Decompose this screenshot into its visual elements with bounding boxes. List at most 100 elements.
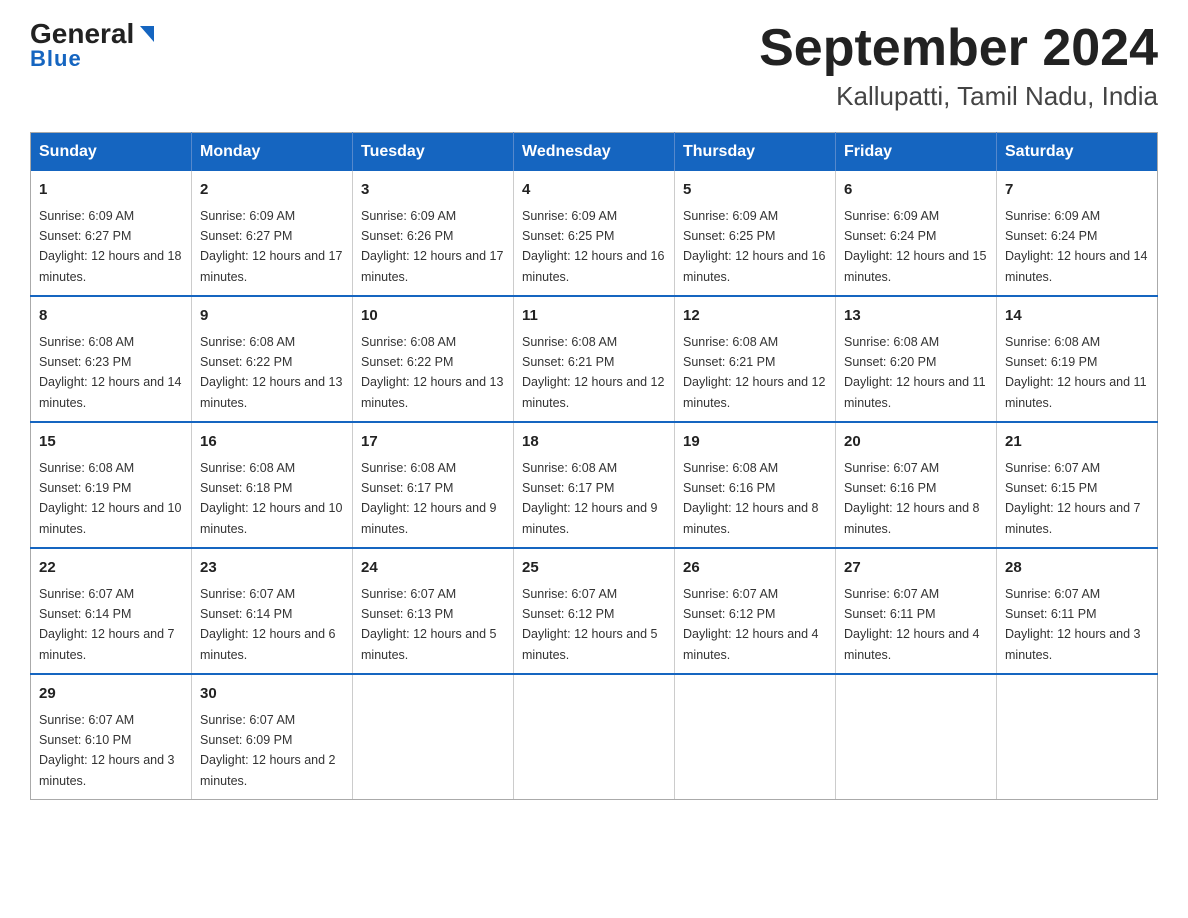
day-info: Sunrise: 6:07 AMSunset: 6:16 PMDaylight:… — [844, 461, 980, 536]
calendar-cell: 3 Sunrise: 6:09 AMSunset: 6:26 PMDaylight… — [353, 171, 514, 296]
calendar-week-row: 22Sunrise: 6:07 AMSunset: 6:14 PMDayligh… — [31, 548, 1158, 674]
calendar-week-row: 1 Sunrise: 6:09 AMSunset: 6:27 PMDaylight… — [31, 171, 1158, 296]
calendar-cell — [353, 674, 514, 800]
page-header: General Blue September 2024 Kallupatti, … — [30, 20, 1158, 112]
logo-triangle-icon — [136, 24, 158, 46]
calendar-cell: 30 Sunrise: 6:07 AMSunset: 6:09 PMDayligh… — [192, 674, 353, 800]
day-info: Sunrise: 6:09 AMSunset: 6:27 PMDaylight:… — [39, 209, 181, 284]
calendar-cell: 19 Sunrise: 6:08 AMSunset: 6:16 PMDayligh… — [675, 422, 836, 548]
day-number: 15 — [39, 431, 183, 454]
day-number: 5 — [683, 179, 827, 202]
calendar-cell: 29 Sunrise: 6:07 AMSunset: 6:10 PMDayligh… — [31, 674, 192, 800]
day-info: Sunrise: 6:08 AMSunset: 6:22 PMDaylight:… — [200, 335, 342, 410]
day-info: Sunrise: 6:07 AMSunset: 6:13 PMDaylight:… — [361, 587, 497, 662]
day-number: 21 — [1005, 431, 1149, 454]
calendar-week-row: 8 Sunrise: 6:08 AMSunset: 6:23 PMDaylight… — [31, 296, 1158, 422]
day-number: 6 — [844, 179, 988, 202]
day-info: Sunrise: 6:07 AMSunset: 6:11 PMDaylight:… — [1005, 587, 1141, 662]
logo: General Blue — [30, 20, 158, 72]
calendar-cell: 27 Sunrise: 6:07 AMSunset: 6:11 PMDayligh… — [836, 548, 997, 674]
day-header-saturday: Saturday — [997, 133, 1158, 172]
day-info: Sunrise: 6:09 AMSunset: 6:26 PMDaylight:… — [361, 209, 503, 284]
calendar-cell — [514, 674, 675, 800]
calendar-cell — [836, 674, 997, 800]
day-header-friday: Friday — [836, 133, 997, 172]
calendar-cell: 12Sunrise: 6:08 AMSunset: 6:21 PMDayligh… — [675, 296, 836, 422]
calendar-cell: 6Sunrise: 6:09 AMSunset: 6:24 PMDaylight… — [836, 171, 997, 296]
day-info: Sunrise: 6:07 AMSunset: 6:11 PMDaylight:… — [844, 587, 980, 662]
day-info: Sunrise: 6:08 AMSunset: 6:17 PMDaylight:… — [522, 461, 658, 536]
day-info: Sunrise: 6:07 AMSunset: 6:12 PMDaylight:… — [683, 587, 819, 662]
day-number: 23 — [200, 557, 344, 580]
day-info: Sunrise: 6:09 AMSunset: 6:27 PMDaylight:… — [200, 209, 342, 284]
day-info: Sunrise: 6:08 AMSunset: 6:22 PMDaylight:… — [361, 335, 503, 410]
day-number: 26 — [683, 557, 827, 580]
day-header-monday: Monday — [192, 133, 353, 172]
calendar-title-block: September 2024 Kallupatti, Tamil Nadu, I… — [759, 20, 1158, 112]
day-number: 10 — [361, 305, 505, 328]
day-number: 1 — [39, 179, 183, 202]
calendar-cell — [675, 674, 836, 800]
day-info: Sunrise: 6:08 AMSunset: 6:18 PMDaylight:… — [200, 461, 342, 536]
calendar-cell: 14Sunrise: 6:08 AMSunset: 6:19 PMDayligh… — [997, 296, 1158, 422]
calendar-month-year: September 2024 — [759, 20, 1158, 77]
calendar-cell: 20 Sunrise: 6:07 AMSunset: 6:16 PMDayligh… — [836, 422, 997, 548]
day-number: 4 — [522, 179, 666, 202]
day-header-sunday: Sunday — [31, 133, 192, 172]
day-header-thursday: Thursday — [675, 133, 836, 172]
calendar-header: SundayMondayTuesdayWednesdayThursdayFrid… — [31, 133, 1158, 172]
day-number: 27 — [844, 557, 988, 580]
day-info: Sunrise: 6:07 AMSunset: 6:12 PMDaylight:… — [522, 587, 658, 662]
day-info: Sunrise: 6:08 AMSunset: 6:19 PMDaylight:… — [1005, 335, 1147, 410]
day-info: Sunrise: 6:09 AMSunset: 6:25 PMDaylight:… — [522, 209, 664, 284]
calendar-cell: 18 Sunrise: 6:08 AMSunset: 6:17 PMDayligh… — [514, 422, 675, 548]
calendar-cell: 7Sunrise: 6:09 AMSunset: 6:24 PMDaylight… — [997, 171, 1158, 296]
calendar-cell — [997, 674, 1158, 800]
day-header-wednesday: Wednesday — [514, 133, 675, 172]
day-headers-row: SundayMondayTuesdayWednesdayThursdayFrid… — [31, 133, 1158, 172]
day-number: 13 — [844, 305, 988, 328]
day-number: 29 — [39, 683, 183, 706]
calendar-cell: 24 Sunrise: 6:07 AMSunset: 6:13 PMDayligh… — [353, 548, 514, 674]
calendar-cell: 23Sunrise: 6:07 AMSunset: 6:14 PMDayligh… — [192, 548, 353, 674]
day-number: 3 — [361, 179, 505, 202]
calendar-cell: 11 Sunrise: 6:08 AMSunset: 6:21 PMDayligh… — [514, 296, 675, 422]
calendar-body: 1 Sunrise: 6:09 AMSunset: 6:27 PMDaylight… — [31, 171, 1158, 800]
day-info: Sunrise: 6:08 AMSunset: 6:21 PMDaylight:… — [683, 335, 825, 410]
day-number: 28 — [1005, 557, 1149, 580]
day-info: Sunrise: 6:08 AMSunset: 6:16 PMDaylight:… — [683, 461, 819, 536]
day-number: 18 — [522, 431, 666, 454]
calendar-week-row: 29 Sunrise: 6:07 AMSunset: 6:10 PMDayligh… — [31, 674, 1158, 800]
day-info: Sunrise: 6:07 AMSunset: 6:10 PMDaylight:… — [39, 713, 175, 788]
day-info: Sunrise: 6:08 AMSunset: 6:19 PMDaylight:… — [39, 461, 181, 536]
calendar-cell: 9Sunrise: 6:08 AMSunset: 6:22 PMDaylight… — [192, 296, 353, 422]
calendar-cell: 25 Sunrise: 6:07 AMSunset: 6:12 PMDayligh… — [514, 548, 675, 674]
day-number: 30 — [200, 683, 344, 706]
day-info: Sunrise: 6:08 AMSunset: 6:23 PMDaylight:… — [39, 335, 181, 410]
day-info: Sunrise: 6:08 AMSunset: 6:21 PMDaylight:… — [522, 335, 664, 410]
logo-blue: Blue — [30, 46, 82, 72]
day-number: 25 — [522, 557, 666, 580]
day-number: 8 — [39, 305, 183, 328]
day-number: 11 — [522, 305, 666, 328]
calendar-week-row: 15 Sunrise: 6:08 AMSunset: 6:19 PMDayligh… — [31, 422, 1158, 548]
calendar-cell: 8 Sunrise: 6:08 AMSunset: 6:23 PMDaylight… — [31, 296, 192, 422]
day-number: 17 — [361, 431, 505, 454]
calendar-cell: 1 Sunrise: 6:09 AMSunset: 6:27 PMDaylight… — [31, 171, 192, 296]
day-info: Sunrise: 6:07 AMSunset: 6:09 PMDaylight:… — [200, 713, 336, 788]
calendar-cell: 28 Sunrise: 6:07 AMSunset: 6:11 PMDayligh… — [997, 548, 1158, 674]
calendar-table: SundayMondayTuesdayWednesdayThursdayFrid… — [30, 132, 1158, 800]
day-info: Sunrise: 6:07 AMSunset: 6:15 PMDaylight:… — [1005, 461, 1141, 536]
day-number: 2 — [200, 179, 344, 202]
day-number: 20 — [844, 431, 988, 454]
day-number: 19 — [683, 431, 827, 454]
calendar-cell: 22Sunrise: 6:07 AMSunset: 6:14 PMDayligh… — [31, 548, 192, 674]
day-number: 24 — [361, 557, 505, 580]
day-header-tuesday: Tuesday — [353, 133, 514, 172]
day-info: Sunrise: 6:09 AMSunset: 6:25 PMDaylight:… — [683, 209, 825, 284]
calendar-cell: 10 Sunrise: 6:08 AMSunset: 6:22 PMDayligh… — [353, 296, 514, 422]
calendar-cell: 16Sunrise: 6:08 AMSunset: 6:18 PMDayligh… — [192, 422, 353, 548]
day-info: Sunrise: 6:08 AMSunset: 6:20 PMDaylight:… — [844, 335, 986, 410]
day-info: Sunrise: 6:08 AMSunset: 6:17 PMDaylight:… — [361, 461, 497, 536]
calendar-cell: 13 Sunrise: 6:08 AMSunset: 6:20 PMDayligh… — [836, 296, 997, 422]
